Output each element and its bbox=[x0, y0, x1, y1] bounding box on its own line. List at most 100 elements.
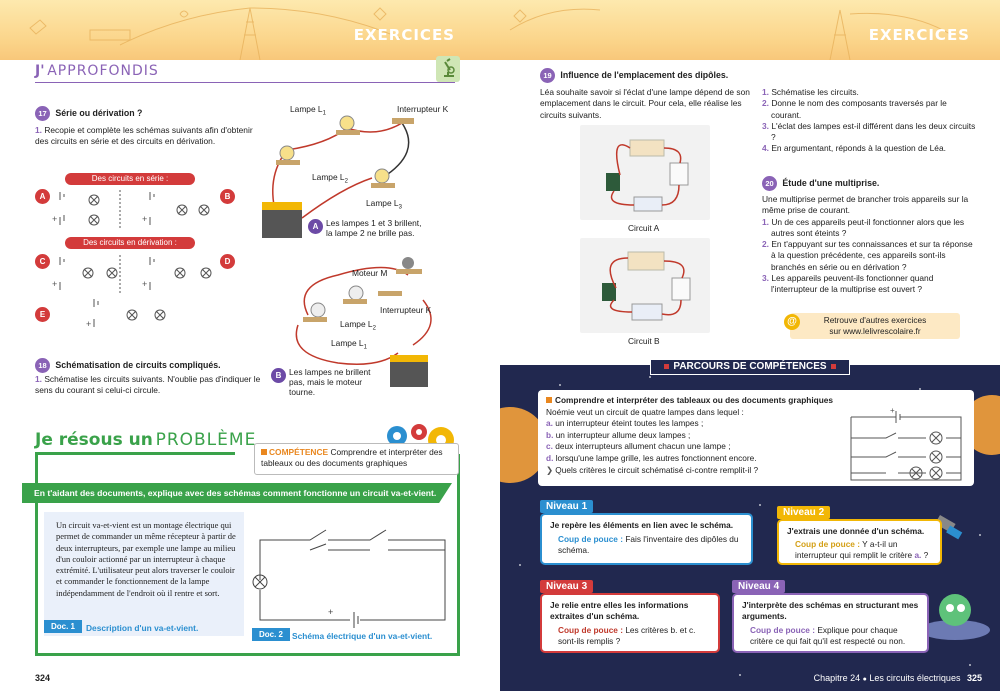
ex19-q4: 4. En argumentant, réponds à la question… bbox=[762, 143, 946, 154]
parcours-statement: Comprendre et interpréter des tableaux o… bbox=[538, 390, 974, 486]
square-icon bbox=[546, 397, 552, 403]
label-a: A bbox=[35, 189, 50, 204]
ex20-q3: 3. Les appareils peuvent-ils fonctionner… bbox=[762, 273, 934, 295]
left-page: EXERCICES J' APPROFONDIS 17 Série ou dér… bbox=[0, 0, 500, 691]
doc2-schematic: + bbox=[252, 529, 446, 628]
probleme-title-a: Je résous un bbox=[35, 430, 153, 450]
right-header-title: EXERCICES bbox=[868, 26, 970, 44]
ex19-q3: 3. L'éclat des lampes est-il différent d… bbox=[762, 120, 976, 143]
circb-caption: Les lampes ne brillent pas, mais le mote… bbox=[289, 367, 371, 397]
niveau3-box: Je relie entre elles les informations ex… bbox=[540, 593, 720, 653]
ex17-title: Série ou dérivation ? bbox=[55, 107, 143, 118]
ex17-q1-number: 1. bbox=[35, 125, 42, 135]
ex19-heading: 19 Influence de l'emplacement des dipôle… bbox=[540, 68, 728, 83]
svg-text:+: + bbox=[142, 279, 147, 289]
label-c: C bbox=[35, 254, 50, 269]
left-header-title: EXERCICES bbox=[353, 26, 455, 44]
ex20-number: 20 bbox=[762, 176, 777, 191]
at-sign-icon: @ bbox=[784, 314, 800, 330]
retrouve-link[interactable]: sur www.lelivrescolaire.fr bbox=[790, 326, 960, 337]
section-rule bbox=[35, 82, 455, 83]
circuit-a-photo bbox=[580, 125, 710, 220]
niveau2-box: J'extrais une donnée d'un schéma. Coup d… bbox=[777, 519, 942, 565]
ex18-q1-number: 1. bbox=[35, 374, 42, 384]
svg-text:+: + bbox=[142, 214, 147, 224]
niveau4-title: J'interprète des schémas en structurant … bbox=[742, 600, 919, 621]
niveau4-hint: Coup de pouce : Explique pour chaque cri… bbox=[750, 625, 906, 646]
ex19-questions: 1. Schématise les circuits. 2. Donne le … bbox=[762, 87, 977, 155]
ex18-q1-text: Schématise les circuits suivants. N'oubl… bbox=[35, 374, 261, 396]
circa-lampe1-label: Lampe L1 bbox=[290, 104, 326, 117]
niveau1-title: Je repère les éléments en lien avec le s… bbox=[550, 520, 734, 530]
competence-box: COMPÉTENCE Comprendre et interpréter des… bbox=[254, 443, 459, 475]
niveau3-title: Je relie entre elles les informations ex… bbox=[550, 600, 689, 621]
section-j: J' bbox=[35, 63, 45, 79]
alien-icon bbox=[920, 594, 990, 640]
square-icon bbox=[664, 364, 670, 369]
ex19-q2: 2. Donne le nom des composants traversés… bbox=[762, 98, 947, 120]
ex20-q2: 2. En t'appuyant sur tes connaissances e… bbox=[762, 239, 973, 272]
doc2-caption: Schéma électrique d'un va-et-vient. bbox=[292, 631, 433, 641]
ex20-heading: 20 Étude d'une multiprise. bbox=[762, 176, 879, 191]
niveau2-header: Niveau 2 bbox=[777, 506, 831, 519]
svg-text:+: + bbox=[86, 319, 91, 329]
right-header-banner: EXERCICES bbox=[500, 0, 1000, 60]
square-icon bbox=[830, 364, 836, 369]
circb-lampe2-label: Lampe L2 bbox=[340, 319, 376, 332]
niveau3-header: Niveau 3 bbox=[540, 580, 594, 593]
circa-lampe2-label: Lampe L2 bbox=[312, 172, 348, 185]
ex18-question: 1. Schématise les circuits suivants. N'o… bbox=[35, 374, 265, 397]
circa-badge: A bbox=[308, 219, 323, 234]
niveau2-title: J'extrais une donnée d'un schéma. bbox=[787, 526, 925, 536]
ex19-title: Influence de l'emplacement des dipôles. bbox=[560, 69, 729, 80]
competence-square-icon bbox=[261, 449, 267, 455]
doc1-caption: Description d'un va-et-vient. bbox=[86, 623, 199, 633]
circb-moteur-label: Moteur M bbox=[352, 268, 388, 278]
probleme-topline bbox=[35, 452, 235, 455]
label-e: E bbox=[35, 307, 50, 322]
left-header-banner: EXERCICES bbox=[0, 0, 500, 60]
doc1-box: Un circuit va-et-vient est un montage él… bbox=[44, 512, 244, 636]
ex20-intro: Une multiprise permet de brancher trois … bbox=[762, 194, 969, 216]
ex19-intro: Léa souhaite savoir si l'éclat d'une lam… bbox=[540, 87, 750, 120]
niveau4-box: J'interprète des schémas en structurant … bbox=[732, 593, 929, 653]
band-serie: Des circuits en série : bbox=[65, 173, 195, 185]
competence-label: COMPÉTENCE bbox=[269, 447, 329, 457]
parcours-title: PARCOURS DE COMPÉTENCES bbox=[650, 359, 850, 375]
circa-lampe3-label: Lampe L3 bbox=[366, 198, 402, 211]
circuit-b-caption: Circuit B bbox=[628, 336, 660, 346]
microscope-icon bbox=[436, 56, 460, 82]
doc1-tag: Doc. 1 bbox=[44, 620, 82, 633]
circuit-b-photo-drawing bbox=[602, 251, 691, 321]
circa-caption: Les lampes 1 et 3 brillent, la lampe 2 n… bbox=[326, 218, 422, 238]
label-d: D bbox=[220, 254, 235, 269]
ex17-number: 17 bbox=[35, 106, 50, 121]
svg-text:+: + bbox=[890, 406, 895, 415]
ex18-number: 18 bbox=[35, 358, 50, 373]
circb-badge: B bbox=[271, 368, 286, 383]
circuit-a-photo-drawing bbox=[606, 139, 689, 212]
left-page-number: 324 bbox=[35, 673, 51, 683]
circb-lampe1-label: Lampe L1 bbox=[331, 338, 367, 351]
retrouve-line1: Retrouve d'autres exercices bbox=[823, 315, 927, 325]
ex17-question: 1. Recopie et complète les schémas suiva… bbox=[35, 125, 257, 148]
ex19-q1: 1. Schématise les circuits. bbox=[762, 87, 859, 97]
ex17-q1-text: Recopie et complète les schémas suivants… bbox=[35, 125, 253, 147]
section-title: APPROFONDIS bbox=[47, 63, 159, 79]
probleme-title-b: PROBLÈME bbox=[155, 430, 257, 450]
niveau2-hint: Coup de pouce : Y a-t-il un interrupteur… bbox=[795, 539, 929, 560]
ex18-title: Schématisation de circuits compliqués. bbox=[55, 359, 221, 370]
circa-interrupteur-label: Interrupteur K bbox=[397, 104, 449, 114]
niveau1-header: Niveau 1 bbox=[540, 500, 594, 513]
niveau3-hint: Coup de pouce : Les critères b. et c. so… bbox=[558, 625, 696, 646]
chevron-right-icon: ❯ bbox=[546, 464, 553, 475]
right-footer: Chapitre 24 ● Les circuits électriques 3… bbox=[813, 673, 982, 683]
parcours-schematic: + bbox=[850, 406, 962, 481]
right-page: EXERCICES 19 Influence de l'emplacement … bbox=[500, 0, 1000, 691]
ex19-number: 19 bbox=[540, 68, 555, 83]
probleme-task: En t'aidant des documents, explique avec… bbox=[22, 483, 452, 503]
svg-text:+: + bbox=[52, 279, 57, 289]
ex20-title: Étude d'une multiprise. bbox=[782, 177, 880, 188]
ex20-q1: 1. Un de ces appareils peut-il fonctionn… bbox=[762, 216, 965, 238]
right-page-number: 325 bbox=[966, 673, 982, 683]
